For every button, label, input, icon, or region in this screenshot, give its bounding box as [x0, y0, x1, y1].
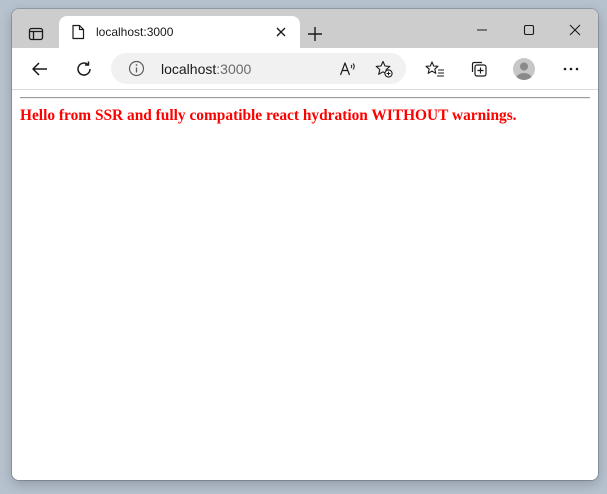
info-icon[interactable] [128, 60, 145, 77]
tab-actions-icon[interactable] [22, 22, 50, 46]
address-port: :3000 [216, 61, 252, 77]
profile-icon[interactable] [509, 54, 539, 84]
read-aloud-icon[interactable] [336, 57, 360, 81]
title-bar: localhost:3000 [12, 9, 598, 48]
close-icon[interactable] [552, 15, 598, 45]
maximize-icon[interactable] [506, 15, 552, 45]
page-heading: Hello from SSR and fully compatible reac… [20, 107, 517, 124]
navigation-toolbar: localhost:3000 [12, 48, 598, 89]
minimize-icon[interactable] [459, 15, 505, 45]
address-bar[interactable]: localhost:3000 [111, 53, 406, 84]
close-icon[interactable] [273, 24, 289, 40]
favorites-icon[interactable] [420, 54, 450, 84]
address-host: localhost [161, 61, 217, 77]
tab-title: localhost:3000 [96, 25, 174, 39]
refresh-icon[interactable] [69, 54, 99, 84]
page-content: Hello from SSR and fully compatible reac… [12, 90, 598, 480]
address-url[interactable]: localhost:3000 [161, 61, 251, 77]
collections-icon[interactable] [464, 54, 494, 84]
tab-localhost[interactable]: localhost:3000 [59, 16, 300, 48]
back-arrow-icon[interactable] [25, 54, 55, 84]
plus-icon[interactable] [304, 23, 326, 45]
page-icon [71, 24, 85, 40]
browser-window: localhost:3000 localhost:3000 Hello from… [12, 9, 598, 480]
horizontal-rule [20, 97, 590, 99]
more-icon[interactable] [556, 54, 586, 84]
star-add-icon[interactable] [372, 57, 396, 81]
